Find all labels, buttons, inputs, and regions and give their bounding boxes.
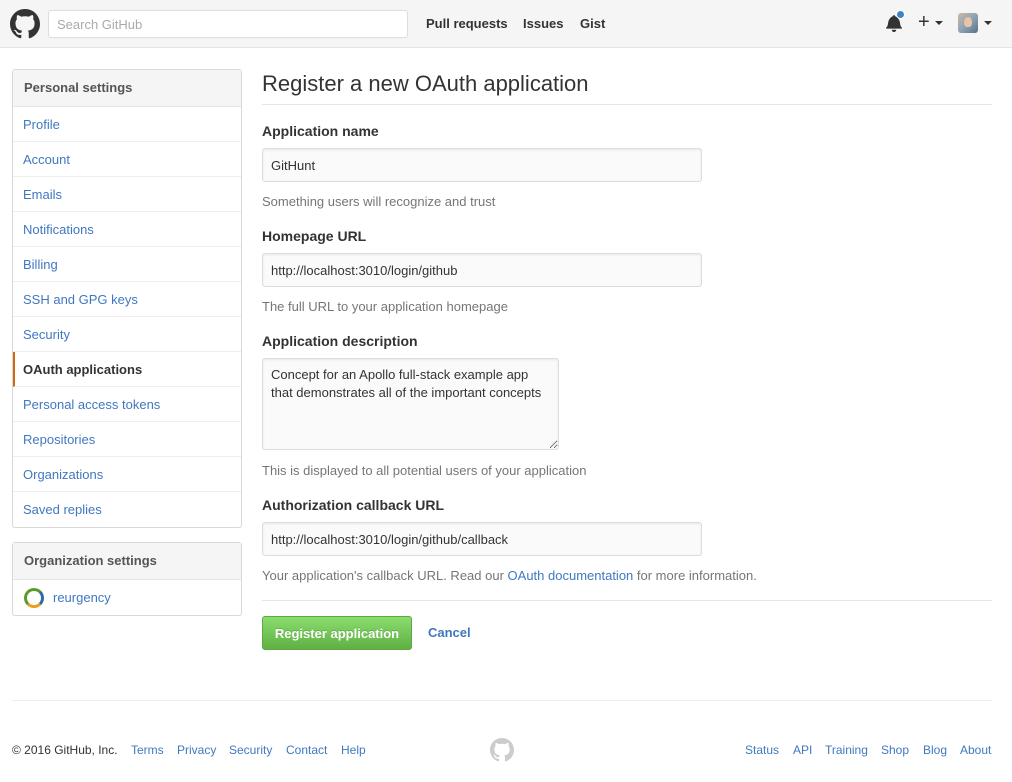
menu-heading: Organization settings	[13, 543, 241, 580]
footer-divider	[12, 700, 992, 701]
sidebar-item-account[interactable]: Account	[13, 142, 241, 177]
notification-indicator	[896, 10, 905, 19]
homepage-url-note: The full URL to your application homepag…	[262, 299, 508, 314]
callback-url-note: Your application's callback URL. Read ou…	[262, 568, 757, 583]
sidebar-item-security[interactable]: Security	[13, 317, 241, 352]
sidebar-item-saved-replies[interactable]: Saved replies	[13, 492, 241, 527]
app-name-label: Application name	[262, 123, 379, 139]
callback-note-prefix: Your application's callback URL. Read ou…	[262, 568, 508, 583]
app-name-field[interactable]	[262, 148, 702, 182]
callback-note-suffix: for more information.	[633, 568, 757, 583]
sidebar-item-ssh-gpg-keys[interactable]: SSH and GPG keys	[13, 282, 241, 317]
nav-gist[interactable]: Gist	[580, 16, 605, 31]
homepage-url-label: Homepage URL	[262, 228, 367, 244]
top-header: Pull requests Issues Gist +	[0, 0, 1012, 48]
footer-link-privacy[interactable]: Privacy	[177, 743, 216, 757]
footer-link-api[interactable]: API	[793, 743, 812, 757]
footer-link-status[interactable]: Status	[745, 743, 779, 757]
footer-copyright: © 2016 GitHub, Inc.	[12, 743, 118, 757]
plus-icon[interactable]: +	[918, 12, 930, 32]
sidebar-item-personal-access-tokens[interactable]: Personal access tokens	[13, 387, 241, 422]
cancel-button[interactable]: Cancel	[428, 625, 471, 640]
org-logo-icon	[24, 587, 44, 608]
footer-link-shop[interactable]: Shop	[881, 743, 909, 757]
footer-link-about[interactable]: About	[960, 743, 991, 757]
divider	[262, 600, 992, 601]
callback-url-label: Authorization callback URL	[262, 497, 445, 513]
menu-heading: Personal settings	[13, 70, 241, 107]
nav-pull-requests[interactable]: Pull requests	[426, 16, 508, 31]
footer-link-training[interactable]: Training	[825, 743, 868, 757]
org-name: reurgency	[53, 590, 111, 605]
app-description-label: Application description	[262, 333, 418, 349]
app-description-note: This is displayed to all potential users…	[262, 463, 587, 478]
sidebar-item-profile[interactable]: Profile	[13, 107, 241, 142]
footer-link-blog[interactable]: Blog	[923, 743, 947, 757]
footer-link-security[interactable]: Security	[229, 743, 272, 757]
sidebar-item-repositories[interactable]: Repositories	[13, 422, 241, 457]
callback-url-field[interactable]	[262, 522, 702, 556]
sidebar-item-notifications[interactable]: Notifications	[13, 212, 241, 247]
oauth-documentation-link[interactable]: OAuth documentation	[508, 568, 634, 583]
footer-link-help[interactable]: Help	[341, 743, 366, 757]
register-application-button[interactable]: Register application	[262, 616, 412, 650]
sidebar-item-org[interactable]: reurgency	[13, 580, 241, 615]
sidebar-item-emails[interactable]: Emails	[13, 177, 241, 212]
github-mark-icon[interactable]	[490, 738, 514, 762]
organization-settings-menu: Organization settings reurgency	[12, 542, 242, 616]
homepage-url-field[interactable]	[262, 253, 702, 287]
sidebar-item-billing[interactable]: Billing	[13, 247, 241, 282]
divider	[262, 104, 992, 105]
sidebar-item-oauth-applications[interactable]: OAuth applications	[13, 352, 241, 387]
footer-link-contact[interactable]: Contact	[286, 743, 327, 757]
search-input[interactable]	[48, 10, 408, 38]
github-logo-icon[interactable]	[10, 9, 40, 39]
nav-issues[interactable]: Issues	[523, 16, 563, 31]
footer-link-terms[interactable]: Terms	[131, 743, 164, 757]
avatar[interactable]	[958, 13, 978, 33]
page-title: Register a new OAuth application	[262, 71, 589, 96]
chevron-down-icon[interactable]	[984, 21, 992, 25]
sidebar-item-organizations[interactable]: Organizations	[13, 457, 241, 492]
app-name-note: Something users will recognize and trust	[262, 194, 496, 209]
personal-settings-menu: Personal settings Profile Account Emails…	[12, 69, 242, 528]
app-description-field[interactable]: Concept for an Apollo full-stack example…	[262, 358, 559, 450]
chevron-down-icon[interactable]	[935, 21, 943, 25]
